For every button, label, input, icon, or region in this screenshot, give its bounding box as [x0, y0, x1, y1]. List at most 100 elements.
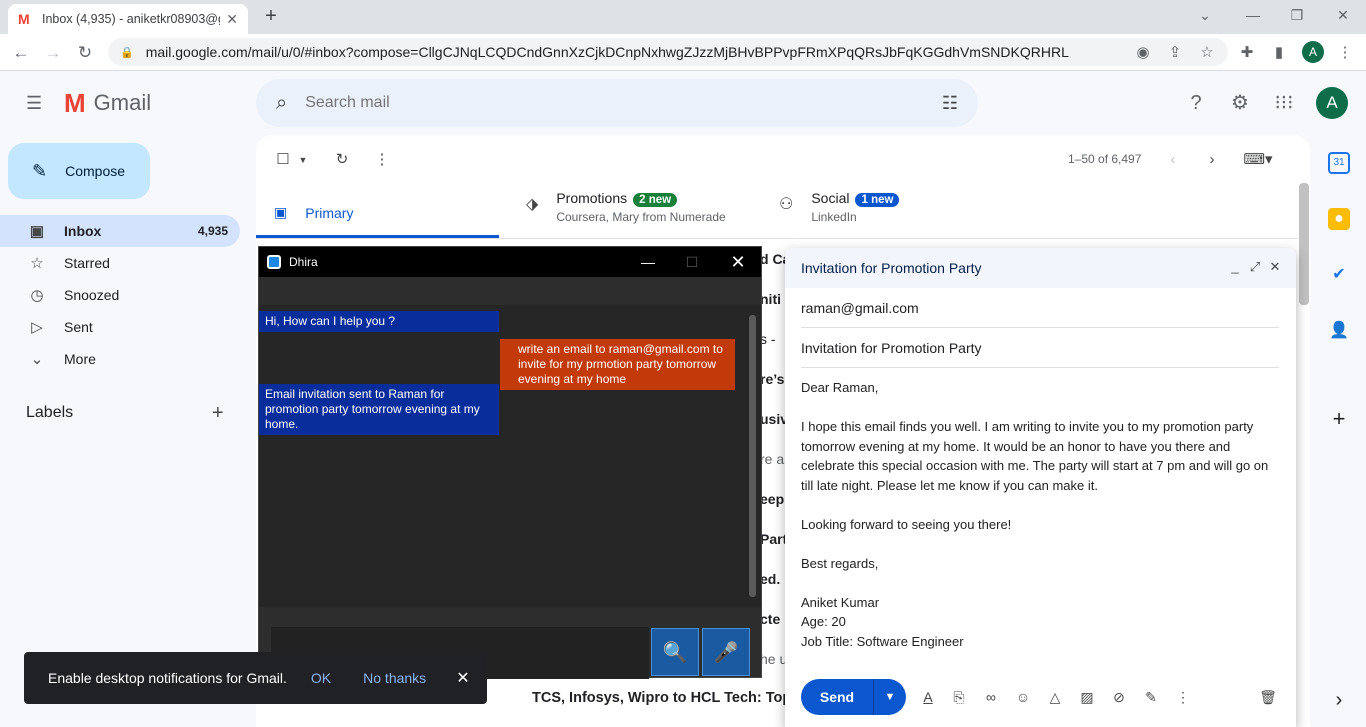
- support-icon[interactable]: ?: [1184, 91, 1208, 115]
- close-window-button[interactable]: ✕: [1330, 4, 1356, 26]
- address-bar[interactable]: 🔒 mail.google.com/mail/u/0/#inbox?compos…: [108, 38, 1228, 66]
- schedule-send-dropdown-icon[interactable]: ▼: [873, 679, 906, 715]
- to-field[interactable]: raman@gmail.com: [801, 288, 1279, 328]
- tab-primary[interactable]: ▣ Primary: [256, 190, 499, 238]
- sidebar-item-sent[interactable]: ▷ Sent: [0, 311, 240, 343]
- prev-page-icon[interactable]: ‹: [1164, 151, 1182, 169]
- sidebar-item-starred[interactable]: ☆ Starred: [0, 247, 240, 279]
- restore-window-button[interactable]: ❐: [1284, 4, 1310, 26]
- add-label-icon[interactable]: +: [212, 402, 224, 425]
- share-icon[interactable]: ⇪: [1166, 44, 1184, 62]
- body-paragraph: I hope this email finds you well. I am w…: [801, 419, 1269, 493]
- browser-menu-icon[interactable]: ⋮: [1336, 44, 1354, 62]
- apps-grid-icon[interactable]: ⁝⁝⁝: [1272, 91, 1296, 115]
- account-avatar[interactable]: A: [1316, 87, 1348, 119]
- tab-close-icon[interactable]: ✕: [226, 11, 238, 28]
- back-button[interactable]: ←: [10, 42, 32, 64]
- confidential-mode-icon[interactable]: ⊘: [1110, 688, 1128, 706]
- search-options-icon[interactable]: ☷: [942, 93, 958, 114]
- mail-row-fragment[interactable]: niti: [760, 291, 781, 307]
- dhira-maximize-button[interactable]: ☐: [669, 247, 715, 277]
- sidebar-item-more[interactable]: ⌄ More: [0, 343, 240, 375]
- mail-row-fragment[interactable]: ed. .: [760, 571, 788, 587]
- forward-button[interactable]: →: [42, 42, 64, 64]
- sidebar-item-snoozed[interactable]: ◷ Snoozed: [0, 279, 240, 311]
- eye-off-icon[interactable]: ◉: [1134, 44, 1152, 62]
- dhira-title: Dhira: [289, 255, 318, 269]
- tab-social[interactable]: ⚇ Social 1 new LinkedIn: [779, 190, 900, 238]
- compose-header[interactable]: Invitation for Promotion Party: [785, 248, 1296, 288]
- gmail-logo[interactable]: M Gmail: [64, 88, 151, 118]
- chat-message-bot: Hi, How can I help you ?: [259, 311, 499, 332]
- keep-icon[interactable]: ●: [1328, 208, 1350, 230]
- sidebar-item-inbox[interactable]: ▣ Inbox 4,935: [0, 215, 240, 247]
- attach-file-icon[interactable]: ⎘: [950, 688, 968, 706]
- compose-window: Invitation for Promotion Party _ ⤢ ✕ ram…: [785, 248, 1296, 727]
- search-input[interactable]: [305, 94, 942, 112]
- compose-minimize-icon[interactable]: _: [1227, 259, 1243, 275]
- mail-row-fragment[interactable]: cte: [760, 611, 780, 627]
- more-options-icon[interactable]: ⋮: [373, 151, 391, 169]
- dhira-close-button[interactable]: ✕: [715, 247, 761, 277]
- sidebar-item-label: Inbox: [64, 223, 102, 239]
- compose-fullscreen-icon[interactable]: ⤢: [1247, 259, 1263, 275]
- add-addon-icon[interactable]: +: [1328, 408, 1350, 430]
- more-compose-options-icon[interactable]: ⋮: [1174, 688, 1192, 706]
- compose-close-icon[interactable]: ✕: [1267, 259, 1283, 275]
- compose-button[interactable]: ✎ Compose: [8, 143, 150, 199]
- bookmark-star-icon[interactable]: ☆: [1198, 44, 1216, 62]
- emoji-icon[interactable]: ☺: [1014, 688, 1032, 706]
- select-all-checkbox[interactable]: ☐: [274, 151, 292, 169]
- next-page-icon[interactable]: ›: [1203, 151, 1221, 169]
- settings-gear-icon[interactable]: ⚙: [1228, 91, 1252, 115]
- lock-icon[interactable]: 🔒: [120, 46, 134, 59]
- dhira-search-button[interactable]: 🔍: [651, 628, 699, 676]
- subject-field[interactable]: Invitation for Promotion Party: [801, 328, 1279, 368]
- reload-button[interactable]: ↻: [74, 42, 96, 64]
- send-button[interactable]: Send ▼: [801, 679, 906, 715]
- browser-profile-avatar[interactable]: A: [1302, 41, 1324, 63]
- tasks-icon[interactable]: ✔: [1328, 264, 1350, 286]
- signature-name: Aniket Kumar: [801, 594, 880, 610]
- mail-row-fragment[interactable]: s -: [760, 331, 776, 347]
- mail-row-fragment[interactable]: re a: [760, 451, 784, 467]
- browser-tab[interactable]: M Inbox (4,935) - aniketkr08903@g ✕: [8, 4, 248, 34]
- mail-row-subject[interactable]: TCS, Infosys, Wipro to HCL Tech: Top: [532, 690, 791, 706]
- extensions-icon[interactable]: ✚: [1238, 44, 1256, 62]
- discard-draft-icon[interactable]: 🗑: [1259, 688, 1277, 706]
- mail-row-fragment[interactable]: eep: [760, 491, 784, 507]
- formatting-options-icon[interactable]: A: [919, 688, 937, 706]
- sidebar-item-label: More: [64, 351, 96, 367]
- mail-list-scrollbar[interactable]: [1299, 183, 1309, 305]
- minimize-window-button[interactable]: —: [1240, 4, 1266, 26]
- snackbar-text: Enable desktop notifications for Gmail.: [48, 670, 287, 686]
- mail-row-fragment[interactable]: re’s: [760, 371, 784, 387]
- dhira-scrollbar[interactable]: [749, 315, 756, 597]
- insert-link-icon[interactable]: ∞: [982, 688, 1000, 706]
- insert-photo-icon[interactable]: ▨: [1078, 688, 1096, 706]
- side-panel-icon[interactable]: ▮: [1270, 44, 1288, 62]
- show-side-panel-icon[interactable]: ›: [1328, 689, 1350, 711]
- signature-pen-icon[interactable]: ✎: [1142, 688, 1160, 706]
- snackbar-close-icon[interactable]: ✕: [456, 668, 469, 688]
- mail-row-fragment[interactable]: usiv: [760, 411, 788, 427]
- compose-body[interactable]: Dear Raman, I hope this email finds you …: [801, 378, 1281, 651]
- search-icon[interactable]: ⌕: [276, 92, 287, 115]
- tab-search-icon[interactable]: ⌄: [1192, 4, 1218, 26]
- tab-promotions[interactable]: ⬗ Promotions 2 new Coursera, Mary from Nu…: [526, 190, 726, 238]
- select-dropdown-icon[interactable]: ▼: [294, 151, 312, 169]
- snackbar-ok-button[interactable]: OK: [311, 670, 331, 686]
- mail-row-fragment[interactable]: Part: [760, 531, 787, 547]
- refresh-icon[interactable]: ↻: [333, 151, 351, 169]
- new-tab-button[interactable]: +: [258, 4, 284, 30]
- drive-icon[interactable]: △: [1046, 688, 1064, 706]
- contacts-icon[interactable]: 👤: [1328, 320, 1350, 342]
- mail-row-fragment[interactable]: he u: [760, 651, 787, 667]
- input-tools-icon[interactable]: ⌨▾: [1240, 151, 1276, 169]
- main-menu-icon[interactable]: ☰: [26, 93, 46, 113]
- dhira-mic-button[interactable]: 🎤: [702, 628, 750, 676]
- calendar-icon[interactable]: 31: [1328, 152, 1350, 174]
- dhira-minimize-button[interactable]: —: [625, 247, 671, 277]
- dhira-window: Dhira — ☐ ✕ Hi, How can I help you ? wri…: [258, 246, 762, 679]
- snackbar-no-thanks-button[interactable]: No thanks: [363, 670, 426, 686]
